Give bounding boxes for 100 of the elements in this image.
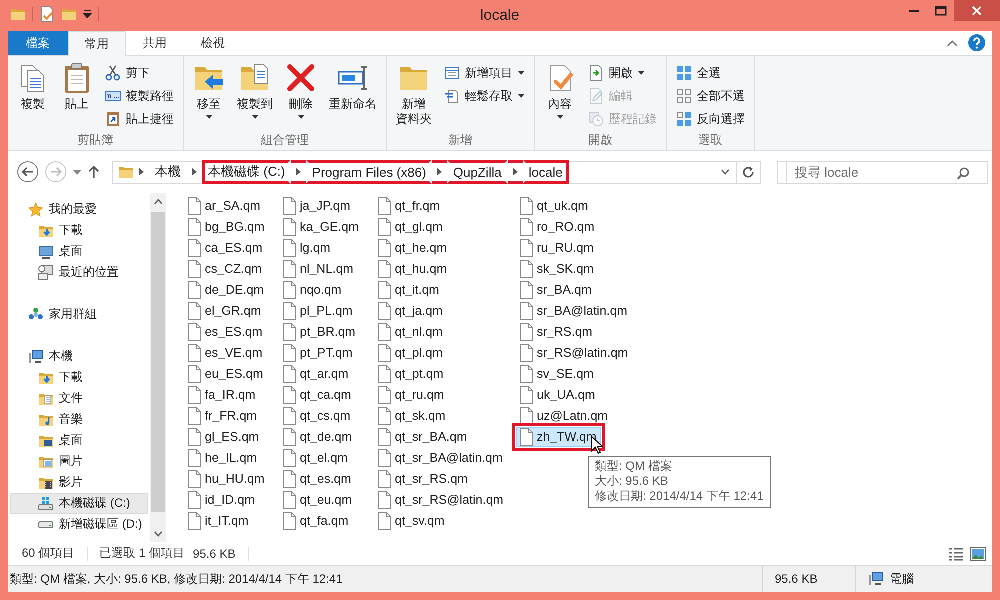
file-item[interactable]: qt_ca.qm (279, 385, 356, 405)
file-item[interactable]: gl_ES.qm (184, 427, 264, 447)
ribbon-button[interactable]: 全部不選 (673, 86, 748, 106)
file-item[interactable]: qt_ar.qm (279, 364, 353, 384)
file-item[interactable]: qt_cs.qm (279, 406, 355, 426)
ribbon-button[interactable]: 開啟 (585, 63, 660, 83)
nav-item[interactable]: 桌面 (10, 430, 148, 451)
ribbon-button[interactable]: 輕鬆存取 (441, 86, 528, 106)
caret-icon[interactable] (83, 10, 92, 18)
close-button[interactable] (954, 0, 1000, 21)
file-item[interactable]: lg.qm (279, 238, 335, 258)
file-item[interactable]: sv_SE.qm (516, 364, 598, 384)
ribbon-button[interactable]: 剪下 (102, 63, 177, 83)
file-item[interactable]: ar_SA.qm (184, 196, 265, 216)
ribbon-tab[interactable]: 共用 (126, 31, 184, 55)
file-item[interactable]: qt_pt.qm (374, 364, 448, 384)
file-item[interactable]: qt_hu.qm (374, 259, 452, 279)
ribbon-button[interactable]: 貼上 (56, 60, 98, 114)
nav-item[interactable]: 本機磁碟 (C:) (10, 493, 148, 514)
file-item[interactable]: id_ID.qm (184, 490, 260, 510)
file-item[interactable]: qt_eu.qm (279, 490, 356, 510)
file-item[interactable]: pt_BR.qm (279, 322, 360, 342)
breadcrumb[interactable]: locale (522, 160, 569, 184)
file-item[interactable]: qt_fa.qm (279, 511, 353, 531)
search-field[interactable]: 搜尋 locale (786, 160, 988, 184)
ribbon-button[interactable]: 重新命名 (324, 60, 382, 114)
ribbon-button[interactable]: 內容 (539, 60, 581, 121)
ribbon-button[interactable]: 複製 (12, 60, 54, 114)
nav-item[interactable]: 我的最愛 (10, 199, 148, 220)
file-item[interactable]: nl_NL.qm (279, 259, 358, 279)
file-tab[interactable]: 檔案 (8, 31, 68, 55)
nav-item[interactable]: 下載 (10, 367, 148, 388)
nav-item[interactable]: 桌面 (10, 241, 148, 262)
file-item[interactable]: qt_sr_BA.qm (374, 427, 472, 447)
file-item[interactable]: de_DE.qm (184, 280, 268, 300)
file-item[interactable]: it_IT.qm (184, 511, 253, 531)
chevron-up-icon[interactable] (154, 198, 162, 204)
file-item[interactable]: qt_el.qm (279, 448, 352, 468)
file-item[interactable]: qt_sk.qm (374, 406, 450, 426)
file-item[interactable]: qt_sr_BA@latin.qm (374, 448, 507, 468)
file-item[interactable]: ca_ES.qm (184, 238, 267, 258)
file-item[interactable]: uk_UA.qm (516, 385, 600, 405)
help-icon[interactable] (968, 34, 986, 52)
chevron-up-icon[interactable] (947, 40, 958, 46)
file-item[interactable]: es_VE.qm (184, 343, 267, 363)
file-item[interactable]: qt_uk.qm (516, 196, 592, 216)
scrollbar-thumb[interactable] (151, 212, 165, 512)
file-item[interactable]: fr_FR.qm (184, 406, 262, 426)
ribbon-tab[interactable]: 常用 (68, 31, 126, 56)
ribbon-button[interactable]: 新增 資料夾 (391, 60, 437, 129)
nav-item[interactable]: 圖片 (10, 451, 148, 472)
ribbon-button[interactable]: 刪除 (280, 60, 322, 121)
back-button[interactable] (17, 161, 39, 183)
file-item[interactable]: hu_HU.qm (184, 469, 269, 489)
file-item[interactable]: qt_ru.qm (374, 385, 448, 405)
file-item[interactable]: qt_sr_RS@latin.qm (374, 490, 508, 510)
file-item[interactable]: cs_CZ.qm (184, 259, 266, 279)
file-item[interactable]: sk_SK.qm (516, 259, 598, 279)
nav-item[interactable]: 影片 (10, 472, 148, 493)
large-icons-view-icon[interactable] (970, 546, 986, 562)
ribbon-button[interactable]: 全選 (673, 63, 748, 83)
file-item[interactable]: qt_ja.qm (374, 301, 447, 321)
file-item[interactable]: ka_GE.qm (279, 217, 364, 237)
nav-item[interactable]: 家用群組 (10, 304, 148, 325)
file-item[interactable]: qt_sr_RS.qm (374, 469, 472, 489)
breadcrumb[interactable]: QupZilla (447, 160, 508, 184)
file-item[interactable]: el_GR.qm (184, 301, 266, 321)
file-item[interactable]: nqo.qm (279, 280, 346, 300)
file-item[interactable]: sr_BA@latin.qm (516, 301, 632, 321)
file-item[interactable]: qt_fr.qm (374, 196, 444, 216)
breadcrumb[interactable]: Program Files (x86) (306, 160, 432, 184)
ribbon-button[interactable]: 複製到 (232, 60, 278, 121)
file-item[interactable]: qt_es.qm (279, 469, 356, 489)
ribbon-button[interactable]: 複製路徑 (102, 86, 177, 106)
file-item[interactable]: qt_pl.qm (374, 343, 447, 363)
details-view-icon[interactable] (948, 546, 964, 562)
ribbon-button[interactable]: 貼上捷徑 (102, 109, 177, 129)
nav-item[interactable]: 本機 (10, 346, 148, 367)
file-item[interactable]: qt_gl.qm (374, 217, 447, 237)
file-item[interactable]: qt_de.qm (279, 427, 356, 447)
ribbon-button[interactable]: 新增項目 (441, 63, 528, 83)
file-item[interactable]: qt_it.qm (374, 280, 444, 300)
file-item[interactable]: bg_BG.qm (184, 217, 269, 237)
nav-item[interactable]: 下載 (10, 220, 148, 241)
file-item[interactable]: pt_PT.qm (279, 343, 357, 363)
file-item[interactable]: he_IL.qm (184, 448, 262, 468)
address-field[interactable]: 本機 本機磁碟 (C:) Program Files (x86) QupZilla locale (112, 160, 761, 184)
file-item[interactable]: pl_PL.qm (279, 301, 357, 321)
caret-icon[interactable] (73, 170, 82, 174)
up-button[interactable] (88, 165, 100, 179)
nav-item[interactable]: 音樂 (10, 409, 148, 430)
chevron-down-icon[interactable] (720, 169, 730, 175)
file-item[interactable]: ru_RU.qm (516, 238, 598, 258)
file-item[interactable]: eu_ES.qm (184, 364, 268, 384)
file-item[interactable]: sr_BA.qm (516, 280, 596, 300)
scrollbar[interactable] (150, 193, 166, 542)
file-item[interactable]: qt_he.qm (374, 238, 452, 258)
nav-item[interactable]: 新增磁碟區 (D:) (10, 514, 148, 535)
file-item[interactable]: qt_nl.qm (374, 322, 447, 342)
ribbon-button[interactable]: 移至 (188, 60, 230, 121)
